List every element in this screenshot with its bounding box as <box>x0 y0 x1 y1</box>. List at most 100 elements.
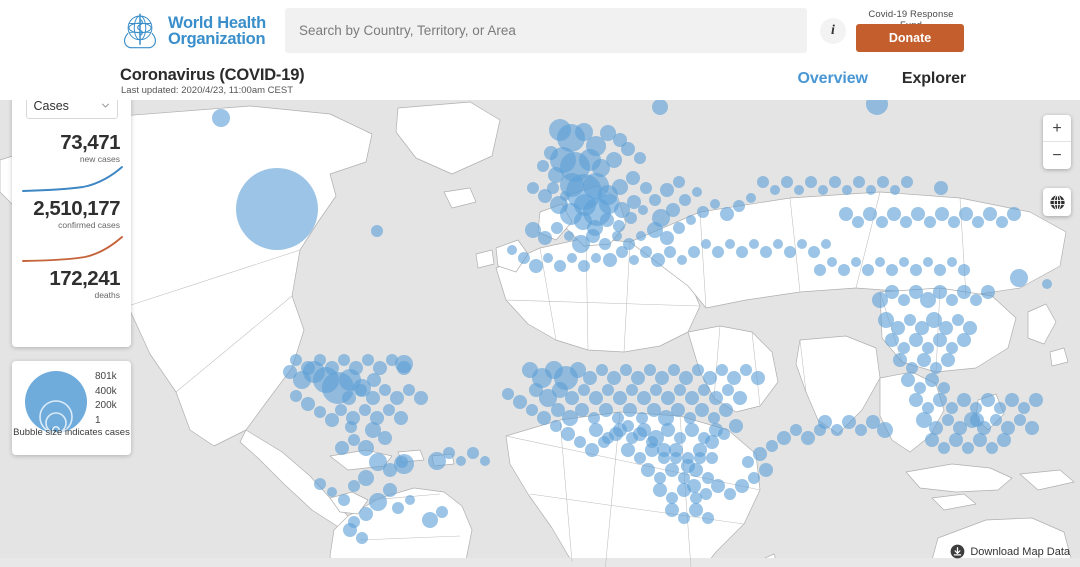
search-input[interactable] <box>285 8 807 53</box>
case-bubble[interactable] <box>356 532 368 544</box>
case-bubble[interactable] <box>733 391 747 405</box>
case-bubble[interactable] <box>706 452 718 464</box>
case-bubble[interactable] <box>342 391 356 405</box>
case-bubble[interactable] <box>996 216 1008 228</box>
case-bubble[interactable] <box>591 253 601 263</box>
case-bubble[interactable] <box>934 264 946 276</box>
case-bubble[interactable] <box>629 255 639 265</box>
case-bubble[interactable] <box>664 246 676 258</box>
case-bubble[interactable] <box>378 431 392 445</box>
case-bubble[interactable] <box>701 239 711 249</box>
case-bubble[interactable] <box>621 443 635 457</box>
case-bubble[interactable] <box>383 483 397 497</box>
case-bubble[interactable] <box>911 207 925 221</box>
case-bubble[interactable] <box>716 364 728 376</box>
case-bubble[interactable] <box>671 403 685 417</box>
case-bubble[interactable] <box>456 456 466 466</box>
case-bubble[interactable] <box>325 361 339 375</box>
case-bubble[interactable] <box>623 403 637 417</box>
case-bubble[interactable] <box>634 452 646 464</box>
case-bubble[interactable] <box>578 384 590 396</box>
case-bubble[interactable] <box>766 440 778 452</box>
case-bubble[interactable] <box>777 431 791 445</box>
case-bubble[interactable] <box>687 479 701 493</box>
case-bubble[interactable] <box>814 264 826 276</box>
case-bubble[interactable] <box>527 182 539 194</box>
case-bubble[interactable] <box>338 494 350 506</box>
case-bubble[interactable] <box>808 246 820 258</box>
case-bubble[interactable] <box>917 353 931 367</box>
case-bubble[interactable] <box>784 246 796 258</box>
case-bubble[interactable] <box>679 194 691 206</box>
case-bubble[interactable] <box>554 260 566 272</box>
case-bubble[interactable] <box>392 502 404 514</box>
case-bubble[interactable] <box>633 427 647 441</box>
case-bubble[interactable] <box>660 231 674 245</box>
case-bubble[interactable] <box>606 152 622 168</box>
case-bubble[interactable] <box>607 371 621 385</box>
case-bubble[interactable] <box>575 403 589 417</box>
case-bubble[interactable] <box>692 364 704 376</box>
case-bubble[interactable] <box>405 495 415 505</box>
case-bubble[interactable] <box>746 193 756 203</box>
case-bubble[interactable] <box>348 480 360 492</box>
case-bubble[interactable] <box>301 397 315 411</box>
case-bubble[interactable] <box>644 364 656 376</box>
case-bubble[interactable] <box>904 314 916 326</box>
case-bubble[interactable] <box>596 364 608 376</box>
case-bubble[interactable] <box>655 371 669 385</box>
case-bubble[interactable] <box>314 354 326 366</box>
case-bubble[interactable] <box>612 179 628 195</box>
case-bubble[interactable] <box>899 257 909 267</box>
case-bubble[interactable] <box>622 420 634 432</box>
case-bubble[interactable] <box>751 371 765 385</box>
case-bubble[interactable] <box>560 191 570 201</box>
tab-overview[interactable]: Overview <box>798 70 868 88</box>
case-bubble[interactable] <box>877 176 889 188</box>
case-bubble[interactable] <box>668 364 680 376</box>
case-bubble[interactable] <box>933 333 947 347</box>
case-bubble[interactable] <box>986 442 998 454</box>
case-bubble[interactable] <box>781 176 793 188</box>
case-bubble[interactable] <box>631 371 645 385</box>
case-bubble[interactable] <box>898 294 910 306</box>
case-bubble[interactable] <box>909 333 923 347</box>
case-bubble[interactable] <box>290 354 302 366</box>
case-bubble[interactable] <box>698 384 710 396</box>
case-bubble[interactable] <box>933 393 947 407</box>
case-bubble[interactable] <box>688 246 700 258</box>
case-bubble[interactable] <box>947 257 957 267</box>
zoom-in-button[interactable]: + <box>1043 115 1071 142</box>
case-bubble[interactable] <box>909 393 923 407</box>
case-bubble[interactable] <box>957 333 971 347</box>
case-bubble[interactable] <box>924 216 936 228</box>
case-bubble[interactable] <box>952 314 964 326</box>
case-bubble[interactable] <box>748 472 760 484</box>
case-bubble[interactable] <box>709 391 723 405</box>
case-bubble[interactable] <box>981 393 995 407</box>
case-bubble[interactable] <box>842 185 852 195</box>
case-bubble[interactable] <box>394 411 408 425</box>
case-bubble[interactable] <box>403 384 415 396</box>
case-bubble[interactable] <box>801 431 815 445</box>
case-bubble[interactable] <box>710 199 720 209</box>
case-bubble[interactable] <box>212 109 230 127</box>
case-bubble[interactable] <box>866 185 876 195</box>
case-bubble[interactable] <box>946 294 958 306</box>
case-bubble[interactable] <box>1010 269 1028 287</box>
case-bubble[interactable] <box>862 264 874 276</box>
case-bubble[interactable] <box>910 264 922 276</box>
case-bubble[interactable] <box>343 523 357 537</box>
case-bubble[interactable] <box>366 391 380 405</box>
case-bubble[interactable] <box>621 142 635 156</box>
case-bubble[interactable] <box>759 463 773 477</box>
case-bubble[interactable] <box>962 442 974 454</box>
case-bubble[interactable] <box>946 402 958 414</box>
case-bubble[interactable] <box>863 207 877 221</box>
case-bubble[interactable] <box>537 411 551 425</box>
case-bubble[interactable] <box>650 384 662 396</box>
case-bubble[interactable] <box>670 452 682 464</box>
case-bubble[interactable] <box>957 285 971 299</box>
case-bubble[interactable] <box>901 373 915 387</box>
case-bubble[interactable] <box>740 364 752 376</box>
